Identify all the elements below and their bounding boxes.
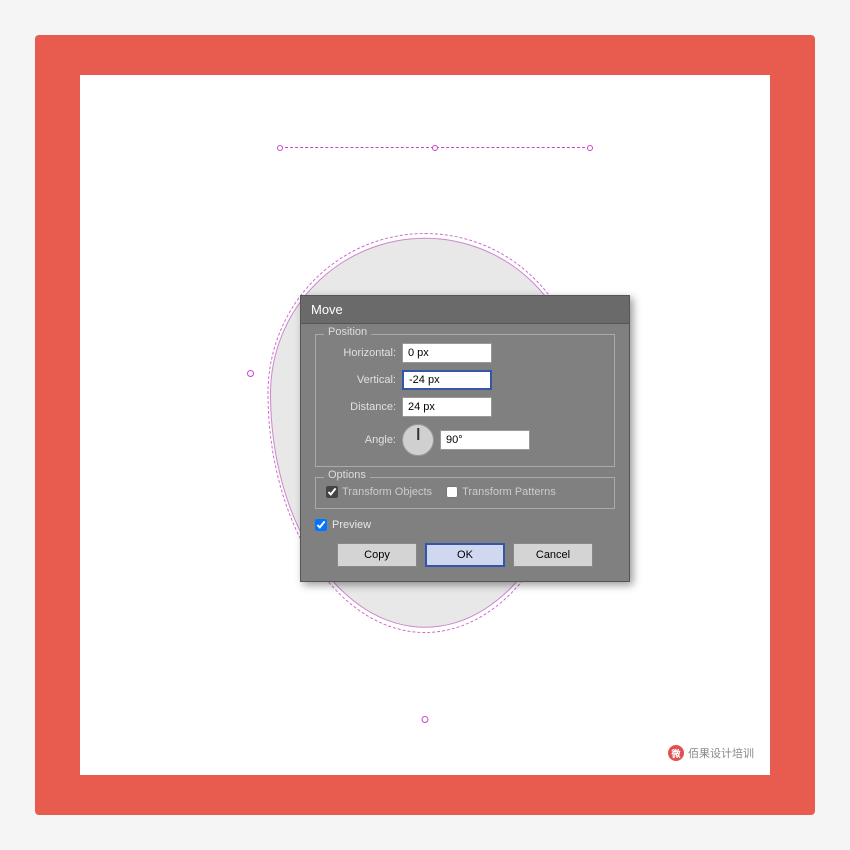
handle-center-top <box>432 145 438 151</box>
transform-patterns-label: Transform Patterns <box>462 486 556 498</box>
options-group: Options Transform Objects Transform Patt… <box>315 477 615 509</box>
horizontal-label: Horizontal: <box>326 347 396 359</box>
transform-objects-item[interactable]: Transform Objects <box>326 486 432 498</box>
selection-line <box>280 147 590 148</box>
handle-left <box>277 145 283 151</box>
preview-row: Preview <box>315 519 615 531</box>
horizontal-row: Horizontal: <box>326 343 604 363</box>
handle-right <box>587 145 593 151</box>
options-row: Transform Objects Transform Patterns <box>326 486 604 498</box>
ok-button[interactable]: OK <box>425 543 505 567</box>
vertical-input[interactable] <box>402 370 492 390</box>
weibo-icon: 微 <box>668 745 684 761</box>
angle-label: Angle: <box>326 434 396 446</box>
vertical-row: Vertical: <box>326 370 604 390</box>
position-group: Position Horizontal: Vertical: Distance: <box>315 334 615 467</box>
angle-row: Angle: <box>326 424 604 456</box>
vertical-label: Vertical: <box>326 374 396 386</box>
preview-checkbox[interactable] <box>315 519 327 531</box>
transform-objects-checkbox[interactable] <box>326 486 338 498</box>
transform-patterns-item[interactable]: Transform Patterns <box>446 486 556 498</box>
angle-input[interactable] <box>440 430 530 450</box>
transform-patterns-checkbox[interactable] <box>446 486 458 498</box>
options-legend: Options <box>324 469 370 481</box>
watermark: 微 佰果设计培训 <box>668 745 754 761</box>
egg-handle-left <box>247 370 254 377</box>
angle-dial[interactable] <box>402 424 434 456</box>
distance-input[interactable] <box>402 397 492 417</box>
button-row: Copy OK Cancel <box>315 543 615 567</box>
outer-frame: Move Position Horizontal: Vertical: D <box>35 35 815 815</box>
horizontal-input[interactable] <box>402 343 492 363</box>
watermark-text: 佰果设计培训 <box>688 745 754 761</box>
move-dialog: Move Position Horizontal: Vertical: D <box>300 295 630 582</box>
transform-objects-label: Transform Objects <box>342 486 432 498</box>
egg-handle-bottom <box>422 716 429 723</box>
dialog-title: Move <box>311 302 343 317</box>
preview-label: Preview <box>332 519 371 531</box>
position-legend: Position <box>324 326 371 338</box>
dialog-titlebar: Move <box>301 296 629 324</box>
distance-row: Distance: <box>326 397 604 417</box>
canvas-area: Move Position Horizontal: Vertical: D <box>80 75 770 775</box>
dialog-body: Position Horizontal: Vertical: Distance: <box>301 324 629 581</box>
copy-button[interactable]: Copy <box>337 543 417 567</box>
cancel-button[interactable]: Cancel <box>513 543 593 567</box>
distance-label: Distance: <box>326 401 396 413</box>
